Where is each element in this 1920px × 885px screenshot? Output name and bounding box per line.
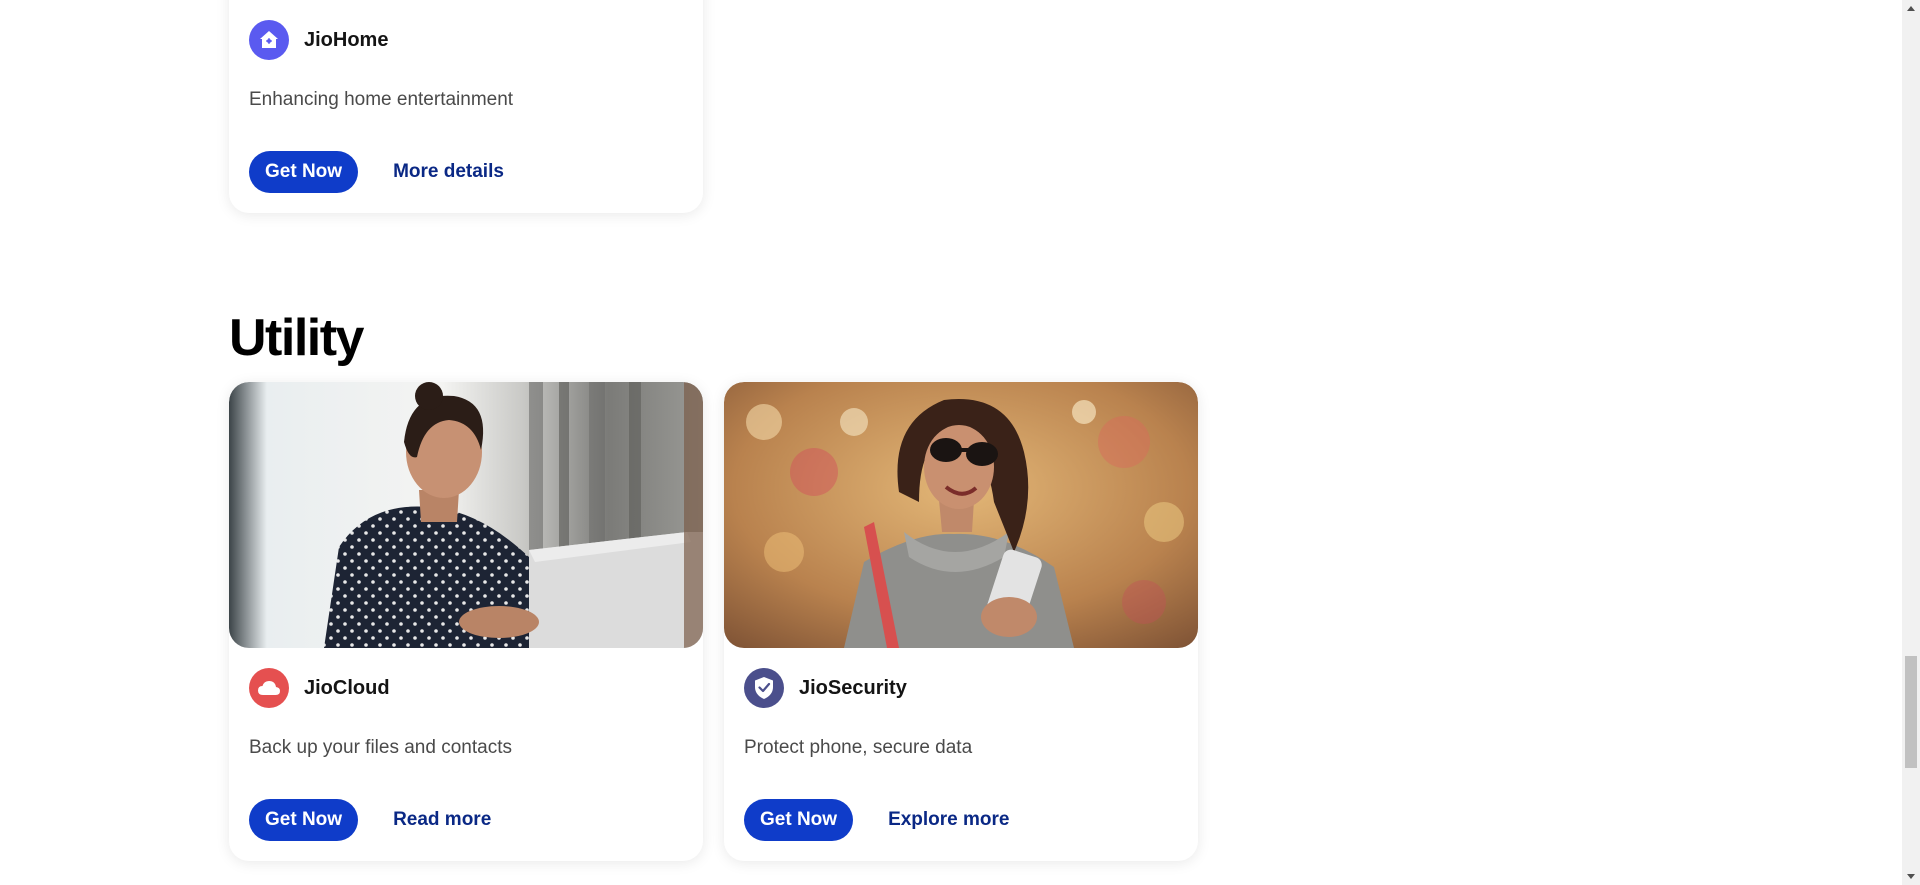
product-card-jiosecurity: JioSecurity Protect phone, secure data G…: [724, 382, 1198, 861]
shield-check-icon: [744, 668, 784, 708]
more-details-link[interactable]: More details: [393, 161, 504, 183]
product-description: Enhancing home entertainment: [249, 89, 514, 110]
product-description: Protect phone, secure data: [744, 737, 973, 758]
product-name: JioHome: [304, 28, 389, 51]
product-card-jiohome: JioHome Enhancing home entertainment Get…: [229, 0, 703, 213]
scrollbar-thumb[interactable]: [1905, 656, 1917, 768]
get-now-button[interactable]: Get Now: [249, 799, 359, 841]
woman-laptop-image: [229, 382, 703, 648]
product-description: Back up your files and contacts: [249, 737, 512, 758]
product-name: JioSecurity: [799, 676, 907, 699]
home-icon: [249, 20, 289, 60]
read-more-link[interactable]: Read more: [393, 809, 491, 831]
section-title: Utility: [229, 309, 364, 367]
cloud-icon: [249, 668, 289, 708]
woman-phone-image: [724, 382, 1198, 648]
product-card-jiocloud: JioCloud Back up your files and contacts…: [229, 382, 703, 861]
get-now-button[interactable]: Get Now: [249, 151, 359, 193]
get-now-button[interactable]: Get Now: [744, 799, 854, 841]
explore-more-link[interactable]: Explore more: [888, 809, 1009, 831]
page: JioHome Enhancing home entertainment Get…: [0, 0, 1920, 885]
product-name: JioCloud: [304, 676, 390, 699]
page-scrollbar[interactable]: [1902, 0, 1920, 885]
scroll-down-arrow-icon[interactable]: [1902, 868, 1920, 885]
scroll-up-arrow-icon[interactable]: [1902, 0, 1920, 17]
